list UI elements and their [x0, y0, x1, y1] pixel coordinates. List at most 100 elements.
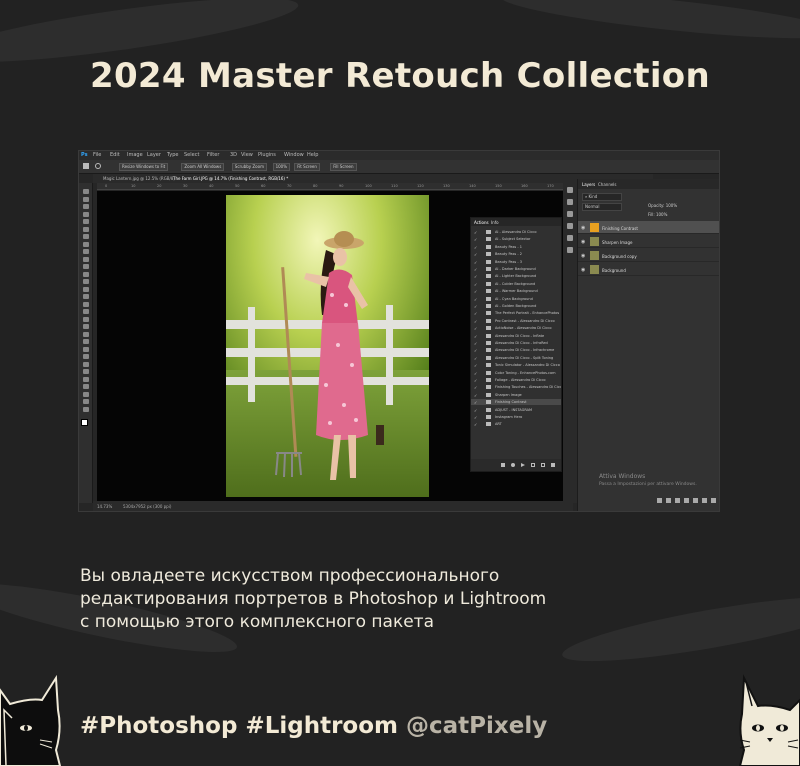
option-button[interactable]: Fill Screen [330, 163, 357, 171]
tab-actions[interactable]: Actions [474, 220, 489, 225]
stop-icon[interactable] [501, 463, 505, 467]
checkmark-icon[interactable]: ✓ [474, 371, 477, 376]
eye-icon[interactable]: ◉ [581, 267, 585, 273]
tab-channels[interactable]: Channels [598, 182, 617, 187]
action-row[interactable]: ✓ Foliage - Alessandro Di Cicco [471, 377, 561, 383]
action-row[interactable]: ✓ Pro Contrast - Alessandro Di Cicco [471, 318, 561, 324]
tab-info[interactable]: Info [491, 220, 499, 225]
doc-tab[interactable]: Magic Lantern.jpg @ 12.5% (RGB/8) [103, 176, 175, 181]
checkmark-icon[interactable]: ✓ [474, 245, 477, 250]
tool-icon[interactable] [83, 324, 89, 329]
tab-layers[interactable]: Layers [582, 182, 595, 187]
zoom-tool-icon[interactable] [95, 163, 101, 169]
checkmark-icon[interactable]: ✓ [474, 319, 477, 324]
foreground-color-swatch[interactable] [81, 419, 88, 426]
action-row[interactable]: ✓ Finishing Touches - Alessandro Di Cicco [471, 384, 561, 390]
action-row[interactable]: ✓ The Perfect Portrait - EnhancePhotos [471, 310, 561, 316]
checkmark-icon[interactable]: ✓ [474, 237, 477, 242]
action-row[interactable]: ✓ Beauty Pass - 2 [471, 251, 561, 257]
option-button[interactable]: 100% [272, 163, 291, 171]
layer-action-icon[interactable] [693, 498, 698, 503]
opacity-field[interactable]: Opacity: 100% [648, 203, 677, 208]
panel-toggle-icon[interactable] [567, 187, 573, 193]
action-row[interactable]: ✓ AI - Alessandro Di Cicco [471, 229, 561, 235]
checkmark-icon[interactable]: ✓ [474, 341, 477, 346]
action-row[interactable]: ✓ Alessandro Di Cicco - Inflate [471, 333, 561, 339]
option-button[interactable]: Scrubby Zoom [231, 163, 267, 171]
option-button[interactable]: Fit Screen [294, 163, 320, 171]
action-row[interactable]: ✓ AI - Golden Background [471, 303, 561, 309]
layer-action-icon[interactable] [666, 498, 671, 503]
tool-icon[interactable] [83, 279, 89, 284]
action-row[interactable]: ✓ Beauty Pass - 1 [471, 244, 561, 250]
action-row[interactable]: ✓ ART [471, 421, 561, 427]
checkmark-icon[interactable]: ✓ [474, 422, 477, 427]
menu-item[interactable]: Edit [110, 152, 120, 158]
menu-item[interactable]: Plugins [258, 152, 276, 158]
checkmark-icon[interactable]: ✓ [474, 252, 477, 257]
panel-toggle-icon[interactable] [567, 247, 573, 253]
checkmark-icon[interactable]: ✓ [474, 274, 477, 279]
play-icon[interactable] [521, 463, 525, 467]
eye-icon[interactable]: ◉ [581, 253, 585, 259]
action-row[interactable]: ✓ Alessandro Di Cicco - InfraRed [471, 340, 561, 346]
checkmark-icon[interactable]: ✓ [474, 334, 477, 339]
checkmark-icon[interactable]: ✓ [474, 415, 477, 420]
checkmark-icon[interactable]: ✓ [474, 289, 477, 294]
action-row[interactable]: ✓ AI - Darker Background [471, 266, 561, 272]
action-row[interactable]: ✓ Alessandro Di Cicco - Infrachrome [471, 347, 561, 353]
eye-icon[interactable]: ◉ [581, 239, 585, 245]
action-row[interactable]: ✓ AI - Lighter Background [471, 273, 561, 279]
action-row[interactable]: ✓ AI - Cyan Background [471, 296, 561, 302]
checkmark-icon[interactable]: ✓ [474, 282, 477, 287]
checkmark-icon[interactable]: ✓ [474, 260, 477, 265]
menu-item[interactable]: View [241, 152, 253, 158]
action-row[interactable]: ✓ Instagram Hero [471, 414, 561, 420]
action-row[interactable]: ✓ Finishing Contrast [471, 399, 561, 406]
blend-mode-select[interactable]: Normal [582, 203, 622, 211]
checkmark-icon[interactable]: ✓ [474, 378, 477, 383]
menu-item[interactable]: File [93, 152, 101, 158]
tool-icon[interactable] [83, 361, 89, 367]
action-row[interactable]: ✓ Color Toning - EnhancePhotos.com [471, 370, 561, 376]
new-set-icon[interactable] [531, 463, 535, 467]
action-row[interactable]: ✓ ADJUST - INSTAGRAM [471, 407, 561, 413]
home-icon[interactable] [83, 163, 89, 169]
layer-action-icon[interactable] [675, 498, 680, 503]
panel-toggle-icon[interactable] [567, 199, 573, 205]
tool-icon[interactable] [83, 226, 89, 232]
layer-row[interactable]: ◉ Sharpen Image [578, 235, 719, 248]
menu-item[interactable]: Layer [147, 152, 161, 158]
layer-row[interactable]: ◉ Finishing Contrast [578, 221, 719, 234]
layer-action-icon[interactable] [657, 498, 662, 503]
tool-icon[interactable] [83, 369, 89, 374]
layer-filter-kind[interactable]: ⌕ Kind [582, 193, 622, 201]
checkmark-icon[interactable]: ✓ [474, 363, 477, 368]
doc-tab-active[interactable]: The Farm Girl.JPG @ 14.7% (Finishing Con… [173, 176, 288, 181]
checkmark-icon[interactable]: ✓ [474, 230, 477, 235]
action-row[interactable]: ✓ ActioNoise - Alessandro Di Cicco [471, 325, 561, 331]
tool-icon[interactable] [83, 301, 89, 307]
menu-item[interactable]: Select [184, 152, 199, 158]
checkmark-icon[interactable]: ✓ [474, 356, 477, 361]
tool-icon[interactable] [83, 316, 89, 322]
menu-item[interactable]: 3D [230, 152, 237, 158]
tool-icon[interactable] [83, 294, 89, 299]
fill-field[interactable]: Fill: 100% [648, 212, 667, 217]
tool-icon[interactable] [83, 219, 89, 224]
tool-icon[interactable] [83, 196, 89, 202]
layer-action-icon[interactable] [684, 498, 689, 503]
action-row[interactable]: ✓ Alessandro Di Cicco - Split Toning [471, 355, 561, 361]
menu-item[interactable]: Image [127, 152, 143, 158]
tool-icon[interactable] [83, 264, 89, 269]
tool-icon[interactable] [83, 204, 89, 209]
record-icon[interactable] [511, 463, 515, 467]
tool-icon[interactable] [83, 406, 89, 412]
checkmark-icon[interactable]: ✓ [474, 393, 477, 398]
tool-icon[interactable] [83, 249, 89, 254]
menu-item[interactable]: Help [307, 152, 318, 158]
checkmark-icon[interactable]: ✓ [474, 311, 477, 316]
checkmark-icon[interactable]: ✓ [474, 348, 477, 353]
action-row[interactable]: ✓ AI - Colder Background [471, 281, 561, 287]
layer-row[interactable]: ◉ Background [578, 263, 719, 276]
